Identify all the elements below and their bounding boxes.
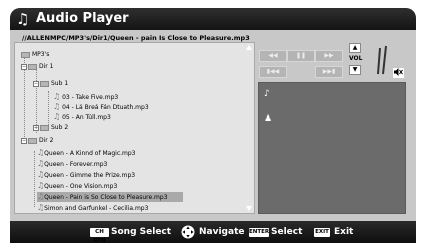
- file-tree-panel: MP3's − Dir 1 − Sub 1 ♫ 03 - Take Five.mp3…: [14, 42, 255, 214]
- tree-item-file[interactable]: ♫ 03 - Take Five.mp3: [53, 92, 118, 102]
- tree-scrollbar[interactable]: [245, 43, 254, 213]
- speaker-mute-icon: [394, 68, 403, 76]
- current-file-path: //ALLENMPC/MP3's/Dir1/Queen - pain Is Cl…: [22, 34, 250, 42]
- folder-icon: [40, 124, 49, 131]
- tree-item-file[interactable]: ♫Queen - Gimme the Prize.mp3: [37, 170, 135, 180]
- title-bar: ♫ Audio Player: [10, 8, 416, 30]
- enter-key-icon: ENTER: [249, 228, 270, 237]
- tree-item-dir1[interactable]: − Dir 1: [21, 62, 53, 72]
- scroll-down-icon[interactable]: [246, 206, 252, 211]
- music-file-icon: ♫: [53, 92, 61, 101]
- hint-exit: Exit: [334, 227, 354, 237]
- folder-icon: [28, 63, 37, 70]
- tree-item-file[interactable]: ♫Queen - A Kinnd of Magic.mp3: [37, 148, 136, 158]
- hint-song-select: Song Select: [111, 227, 172, 237]
- scroll-up-icon[interactable]: [246, 45, 252, 50]
- hint-select: Select: [271, 227, 303, 237]
- navigate-dpad-icon: [181, 225, 195, 239]
- folder-icon: [40, 80, 49, 87]
- track-info-panel: ♪ ♟: [258, 82, 406, 214]
- window-title: Audio Player: [36, 11, 129, 26]
- music-file-icon: ♫: [53, 112, 61, 121]
- volume-down-button[interactable]: ▼: [349, 65, 361, 75]
- music-note-icon: ♫: [16, 10, 30, 28]
- tree-item-file[interactable]: ♫ 04 - Lá Breá Fán Dtuath.mp3: [53, 102, 149, 112]
- expand-icon[interactable]: +: [33, 124, 39, 131]
- tree-connector: [48, 91, 49, 127]
- tree-item-dir2[interactable]: − Dir 2: [21, 136, 53, 146]
- song-info-icon: ♪: [264, 89, 270, 99]
- collapse-icon[interactable]: −: [21, 63, 27, 70]
- pause-button[interactable]: ❚❚: [287, 50, 315, 62]
- next-track-button[interactable]: ▶▶▮: [315, 66, 343, 78]
- previous-track-button[interactable]: ▮◀◀: [259, 66, 287, 78]
- ch-rtn-key-icon: CH RTN: [90, 228, 109, 244]
- tree-item-sub2[interactable]: + Sub 2: [33, 123, 68, 133]
- tree-item-file[interactable]: ♫ 05 - An Túll.mp3: [53, 112, 111, 122]
- tree-item-file[interactable]: ♫Queen - One Vision.mp3: [37, 181, 117, 191]
- tree-connector: [34, 151, 35, 207]
- collapse-icon[interactable]: −: [33, 80, 39, 87]
- exit-key-icon: EXIT: [314, 228, 330, 237]
- folder-icon: [21, 51, 30, 58]
- tree-item-file-selected[interactable]: ♫Queen - Pain is So Close to Pleasure.mp…: [37, 192, 183, 202]
- tree-item-file[interactable]: ♫Queen - Forever.mp3: [37, 159, 107, 169]
- collapse-icon[interactable]: −: [21, 137, 27, 144]
- folder-icon: [28, 137, 37, 144]
- fast-forward-button[interactable]: ▶▶: [315, 50, 343, 62]
- rewind-button[interactable]: ◀◀: [259, 50, 287, 62]
- volume-label: VOL: [349, 55, 363, 62]
- tree-root[interactable]: MP3's: [21, 50, 49, 60]
- mute-icon[interactable]: [393, 68, 404, 78]
- hint-bar: CH RTN Song Select Navigate ENTER Select…: [10, 221, 416, 244]
- hint-navigate: Navigate: [199, 227, 245, 237]
- music-file-icon: ♫: [53, 102, 61, 111]
- artist-info-icon: ♟: [264, 114, 273, 124]
- tree-item-sub1[interactable]: − Sub 1: [33, 79, 68, 89]
- volume-level-icon: [377, 45, 387, 75]
- volume-up-button[interactable]: ▲: [349, 43, 361, 53]
- tree-item-file[interactable]: ♫Simon and Garfunkel - Cecilia.mp3: [37, 203, 148, 213]
